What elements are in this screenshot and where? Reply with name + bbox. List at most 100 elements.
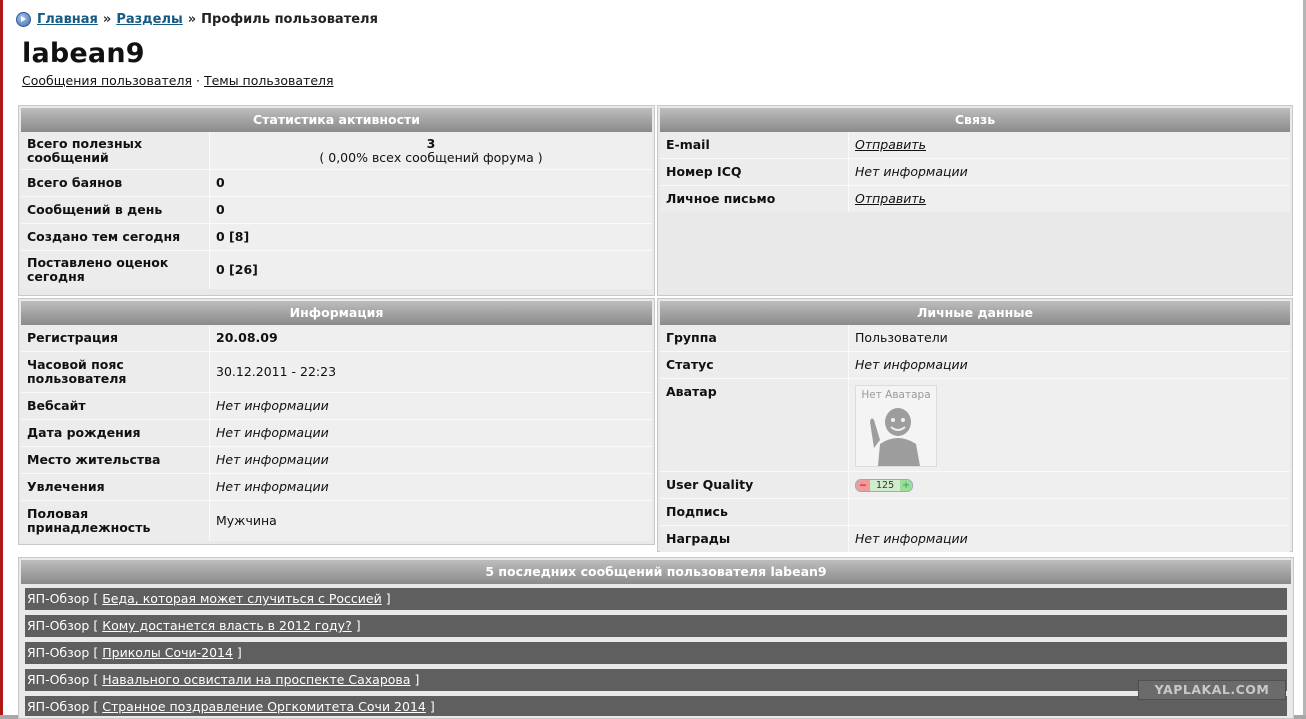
link-separator: · [195, 73, 200, 88]
stat-value: 0 [209, 170, 652, 196]
personal-value: Нет информации [848, 526, 1290, 552]
info-row: Дата рождения Нет информации [21, 420, 652, 447]
post-section: ЯП-Обзор [27, 645, 90, 660]
activity-stats-panel: Статистика активности Всего полезных соо… [18, 105, 655, 296]
info-row: Увлечения Нет информации [21, 474, 652, 501]
post-item: ЯП-Обзор [ Беда, которая может случиться… [25, 588, 1287, 610]
rate-down-button[interactable]: − [856, 479, 870, 491]
personal-label: User Quality [660, 472, 848, 498]
stat-label: Сообщений в день [21, 197, 209, 223]
rate-up-button[interactable]: + [900, 479, 913, 491]
contact-label: Номер ICQ [660, 159, 848, 185]
stat-value: 0 [8] [209, 224, 652, 250]
user-quality-rating: − 125 + [855, 478, 914, 492]
personal-label: Группа [660, 325, 848, 351]
bracket: ] [236, 645, 242, 660]
panel-title: Статистика активности [21, 108, 652, 132]
info-label: Часовой пояс пользователя [21, 352, 209, 392]
post-link[interactable]: Приколы Сочи-2014 [102, 645, 233, 660]
info-value: Мужчина [209, 501, 652, 541]
stat-row: Поставлено оценок сегодня 0 [26] [21, 251, 652, 289]
info-value: 20.08.09 [209, 325, 652, 351]
personal-value: Нет информации [848, 352, 1290, 378]
personal-label: Аватар [660, 379, 848, 471]
post-section: ЯП-Обзор [27, 591, 90, 606]
bracket: [ [93, 645, 99, 660]
user-messages-link[interactable]: Сообщения пользователя [22, 73, 192, 88]
panel-title: Связь [660, 108, 1290, 132]
stat-row: Создано тем сегодня 0 [8] [21, 224, 652, 251]
personal-label: Награды [660, 526, 848, 552]
personal-row: Награды Нет информации [660, 526, 1290, 552]
info-value: Нет информации [209, 474, 652, 500]
info-row: Вебсайт Нет информации [21, 393, 652, 420]
panel-title: 5 последних сообщений пользователя labea… [21, 560, 1291, 584]
info-label: Регистрация [21, 325, 209, 351]
contact-row: Личное письмо Отправить [660, 186, 1290, 212]
contact-value: Нет информации [848, 159, 1290, 185]
post-section: ЯП-Обзор [27, 618, 90, 633]
info-label: Место жительства [21, 447, 209, 473]
recent-posts-panel: 5 последних сообщений пользователя labea… [18, 557, 1294, 719]
bracket: ] [385, 591, 391, 606]
panel-title: Личные данные [660, 301, 1290, 325]
personal-label: Подпись [660, 499, 848, 525]
personal-row: Аватар Нет Аватара [660, 379, 1290, 472]
post-item: ЯП-Обзор [ Приколы Сочи-2014 ] [25, 642, 1287, 664]
stat-label: Всего баянов [21, 170, 209, 196]
bracket: [ [93, 699, 99, 714]
breadcrumb-current: Профиль пользователя [201, 11, 378, 27]
useful-count: 3 [426, 135, 436, 151]
info-value: Нет информации [209, 393, 652, 419]
bracket: ] [414, 672, 420, 687]
info-value: Нет информации [209, 420, 652, 446]
info-value: 30.12.2011 - 22:23 [209, 352, 652, 392]
send-pm-link[interactable]: Отправить [855, 192, 926, 206]
bracket: [ [93, 591, 99, 606]
post-link[interactable]: Беда, которая может случиться с Россией [102, 591, 382, 606]
breadcrumb-separator: » [187, 11, 197, 27]
personal-row: Группа Пользователи [660, 325, 1290, 352]
useful-percent: ( 0,00% всех сообщений форума ) [319, 149, 543, 165]
user-topics-link[interactable]: Темы пользователя [204, 73, 334, 88]
contact-value: Отправить [848, 186, 1290, 212]
bracket: [ [93, 618, 99, 633]
page-title: labean9 [22, 38, 145, 69]
post-item: ЯП-Обзор [ Кому достанется власть в 2012… [25, 615, 1287, 637]
bracket: [ [93, 672, 99, 687]
site-watermark: YAPLAKAL.COM [1138, 680, 1286, 700]
send-email-link[interactable]: Отправить [855, 138, 926, 152]
post-item: ЯП-Обзор [ Странное поздравление Оргкоми… [25, 696, 1287, 716]
profile-sublinks: Сообщения пользователя · Темы пользователя [22, 73, 334, 88]
stat-row: Сообщений в день 0 [21, 197, 652, 224]
breadcrumb-home-link[interactable]: Главная [37, 12, 98, 27]
info-row: Место жительства Нет информации [21, 447, 652, 474]
personal-data-panel: Личные данные Группа Пользователи Статус… [657, 298, 1293, 552]
contact-panel: Связь E-mail Отправить Номер ICQ Нет инф… [657, 105, 1293, 296]
post-section: ЯП-Обзор [27, 672, 90, 687]
stat-row: Всего полезных сообщений 3 ( 0,00% всех … [21, 132, 652, 170]
personal-value: Нет Аватара [848, 379, 1290, 471]
breadcrumb-separator: » [102, 11, 112, 27]
personal-row: Статус Нет информации [660, 352, 1290, 379]
window-edge-left [0, 0, 3, 719]
info-label: Дата рождения [21, 420, 209, 446]
contact-row: E-mail Отправить [660, 132, 1290, 159]
stat-value: 0 [26] [209, 251, 652, 289]
info-row: Регистрация 20.08.09 [21, 325, 652, 352]
personal-value: Пользователи [848, 325, 1290, 351]
stat-value: 3 ( 0,00% всех сообщений форума ) [209, 132, 652, 169]
post-link[interactable]: Навального освистали на проспекте Сахаро… [102, 672, 410, 687]
contact-row: Номер ICQ Нет информации [660, 159, 1290, 186]
post-link[interactable]: Кому достанется власть в 2012 году? [102, 618, 351, 633]
stat-label: Всего полезных сообщений [21, 132, 209, 169]
personal-row: User Quality − 125 + [660, 472, 1290, 499]
info-row: Часовой пояс пользователя 30.12.2011 - 2… [21, 352, 652, 393]
post-link[interactable]: Странное поздравление Оргкомитета Сочи 2… [102, 699, 426, 714]
information-panel: Информация Регистрация 20.08.09 Часовой … [18, 298, 655, 545]
breadcrumb-sections-link[interactable]: Разделы [116, 12, 182, 27]
no-avatar-figure-icon [870, 408, 920, 466]
arrow-circle-icon [16, 11, 31, 27]
personal-label: Статус [660, 352, 848, 378]
breadcrumb: Главная » Разделы » Профиль пользователя [16, 10, 378, 28]
